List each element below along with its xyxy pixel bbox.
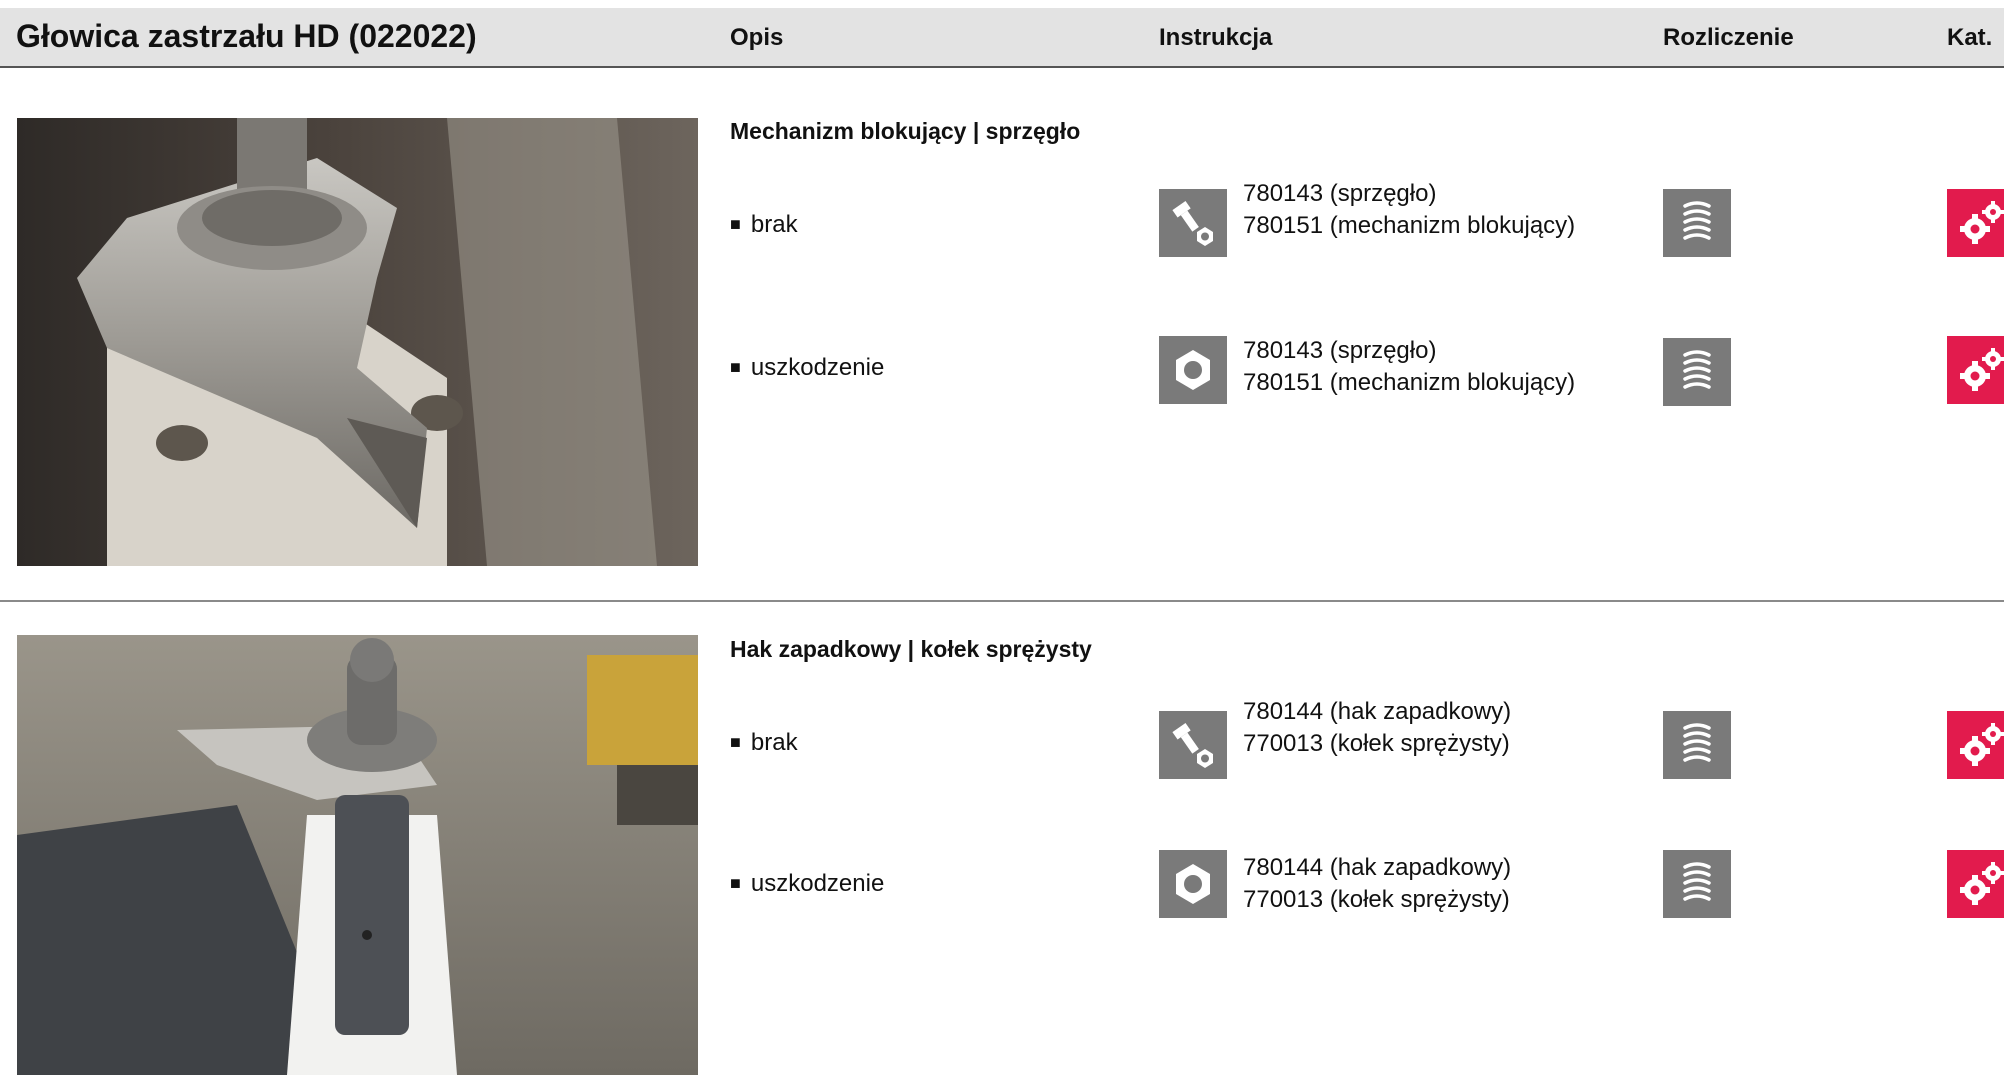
part-number: 780143 (sprzęgło) [1243, 337, 1437, 364]
table-header: Głowica zastrzału HD (022022) Opis Instr… [0, 8, 2004, 68]
row-label-text: brak [750, 211, 798, 238]
gears-icon[interactable] [1947, 189, 2004, 257]
row-label-text: uszkodzenie [750, 870, 885, 897]
gears-icon[interactable] [1947, 711, 2004, 779]
row-label: ■ uszkodzenie [730, 354, 884, 382]
part-number: 780151 (mechanizm blokujący) [1243, 369, 1576, 396]
parts-list: 780143 (sprzęgło) 780151 (mechanizm blok… [1243, 178, 1575, 242]
coil-spring-icon[interactable] [1663, 338, 1731, 406]
coil-spring-icon[interactable] [1663, 711, 1731, 779]
row-label-text: brak [750, 729, 798, 756]
column-header-opis: Opis [730, 24, 784, 51]
hex-nut-icon[interactable] [1159, 850, 1227, 918]
gears-icon[interactable] [1947, 850, 2004, 918]
part-number: 780143 (sprzęgło) [1243, 180, 1437, 207]
section-title: Mechanizm blokujący | sprzęgło [730, 118, 1081, 144]
column-header-rozliczenie: Rozliczenie [1663, 24, 1794, 51]
bullet-icon: ■ [730, 357, 741, 377]
row-label: ■ brak [730, 729, 798, 757]
parts-list: 780144 (hak zapadkowy) 770013 (kołek spr… [1243, 852, 1511, 916]
bullet-icon: ■ [730, 732, 741, 752]
part-number: 770013 (kołek sprężysty) [1243, 730, 1510, 757]
coil-spring-icon[interactable] [1663, 189, 1731, 257]
row-label: ■ uszkodzenie [730, 870, 884, 898]
row-label-text: uszkodzenie [750, 354, 885, 381]
column-header-kat: Kat. [1947, 24, 1993, 51]
part-number: 770013 (kołek sprężysty) [1243, 886, 1510, 913]
section-divider [0, 600, 2004, 602]
locking-mechanism-photo [17, 118, 698, 566]
column-header-instrukcja: Instrukcja [1159, 24, 1273, 51]
bolt-nut-icon[interactable] [1159, 711, 1227, 779]
part-number: 780151 (mechanizm blokujący) [1243, 212, 1576, 239]
row-label: ■ brak [730, 211, 798, 239]
bolt-nut-icon[interactable] [1159, 189, 1227, 257]
gears-icon[interactable] [1947, 336, 2004, 404]
bullet-icon: ■ [730, 214, 741, 234]
parts-list: 780143 (sprzęgło) 780151 (mechanizm blok… [1243, 335, 1575, 399]
parts-list: 780144 (hak zapadkowy) 770013 (kołek spr… [1243, 696, 1511, 760]
section-title: Hak zapadkowy | kołek sprężysty [730, 636, 1092, 662]
part-number: 780144 (hak zapadkowy) [1243, 854, 1512, 881]
page-title: Głowica zastrzału HD (022022) [16, 18, 477, 54]
coil-spring-icon[interactable] [1663, 850, 1731, 918]
hex-nut-icon[interactable] [1159, 336, 1227, 404]
bullet-icon: ■ [730, 873, 741, 893]
part-number: 780144 (hak zapadkowy) [1243, 698, 1512, 725]
latch-hook-photo [17, 635, 698, 1075]
